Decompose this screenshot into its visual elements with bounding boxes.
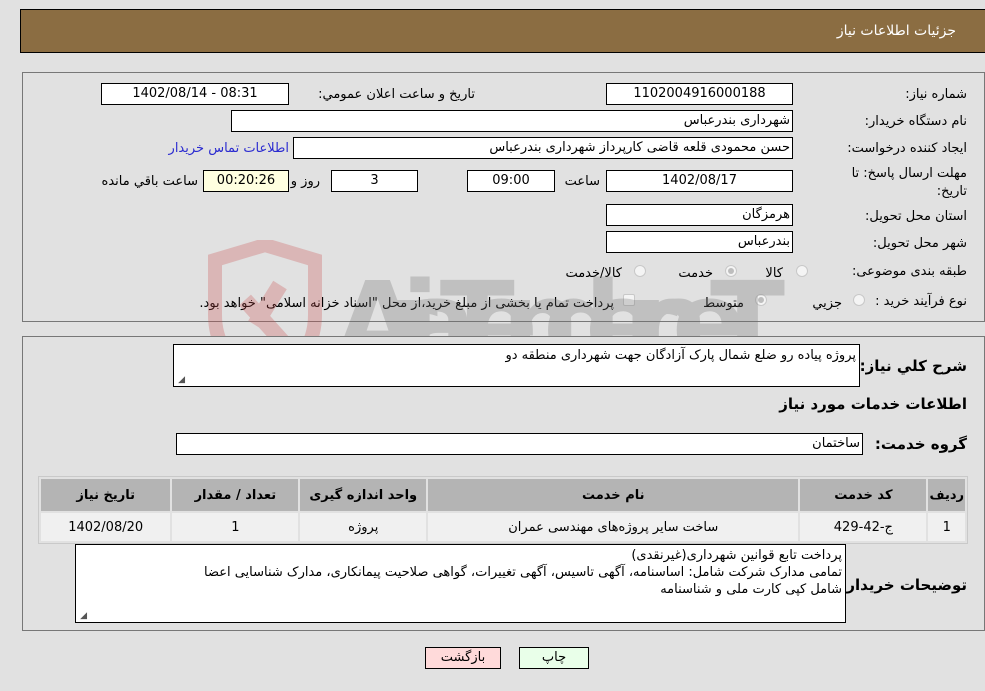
cell-quantity: 1 — [170, 511, 301, 543]
buyer-org-field: شهرداری بندرعباس — [231, 110, 793, 132]
category-radio-goods-service[interactable] — [634, 265, 646, 277]
service-group-field: ساختمان — [176, 433, 863, 455]
back-button[interactable]: بازگشت — [425, 647, 501, 669]
category-label: طبقه بندی موضوعی: — [851, 264, 967, 279]
cell-row-number: 1 — [926, 511, 967, 543]
process-radio-minor[interactable] — [853, 294, 865, 306]
category-option-goods-service: کالا/خدمت — [565, 266, 622, 281]
city-label: شهر محل تحویل: — [872, 236, 967, 251]
description-label: شرح کلي نیاز: — [859, 357, 967, 375]
buyer-notes-line: پرداخت تابع قوانین شهرداری(غیرنقدی) — [631, 548, 842, 563]
days-label: روز و — [290, 174, 320, 189]
page-header: جزئیات اطلاعات نیاز — [20, 9, 985, 53]
description-textarea[interactable]: پروژه پیاده رو ضلع شمال پارک آزادگان جهت… — [173, 344, 860, 387]
creator-field: حسن محمودی قلعه قاضی کارپرداز شهرداری بن… — [293, 137, 793, 159]
need-number-label: شماره نیاز: — [905, 87, 967, 102]
remaining-time-label: ساعت باقي مانده — [101, 174, 198, 189]
category-radio-service[interactable] — [725, 265, 737, 277]
resize-grip-icon[interactable]: ◢ — [78, 612, 87, 621]
announce-datetime-field: 1402/08/14 - 08:31 — [101, 83, 289, 105]
announce-datetime-label: تاریخ و ساعت اعلان عمومي: — [318, 87, 475, 102]
service-group-label: گروه خدمت: — [874, 435, 967, 453]
city-field: بندرعباس — [606, 231, 793, 253]
buyer-notes-label: توضیحات خریدار: — [840, 576, 967, 594]
buyer-contact-link[interactable]: اطلاعات تماس خریدار — [169, 141, 289, 156]
cell-service-code: ج-42-429 — [798, 511, 929, 543]
description-text: پروژه پیاده رو ضلع شمال پارک آزادگان جهت… — [505, 348, 856, 363]
buyer-notes-line: تمامی مدارک شرکت شامل: اساسنامه، آگهی تا… — [203, 565, 842, 580]
col-header-need-date: تاریخ نیاز — [38, 477, 173, 513]
buyer-notes-line: شامل کپی کارت ملی و شناسنامه — [660, 582, 842, 597]
need-number-field: 1102004916000188 — [606, 83, 793, 105]
print-button[interactable]: چاپ — [519, 647, 589, 669]
treasury-checkbox-label: پرداخت تمام یا بخشی از مبلغ خرید،از محل … — [199, 296, 614, 311]
services-table: ردیف کد خدمت نام خدمت واحد اندازه گیری ت… — [38, 477, 967, 543]
remaining-days-field: 3 — [331, 170, 418, 192]
process-option-medium: متوسط — [703, 296, 744, 311]
province-field: هرمزگان — [606, 204, 793, 226]
remaining-time-field: 00:20:26 — [203, 170, 289, 192]
resize-grip-icon[interactable]: ◢ — [176, 376, 185, 385]
services-table-wrapper: ردیف کد خدمت نام خدمت واحد اندازه گیری ت… — [38, 476, 968, 544]
deadline-date-field: 1402/08/17 — [606, 170, 793, 192]
page-title: جزئیات اطلاعات نیاز — [836, 23, 956, 39]
table-row: 1 ج-42-429 ساخت سایر پروژه‌های مهندسی عم… — [38, 511, 967, 543]
deadline-label: مهلت ارسال پاسخ: تا تاریخ: — [851, 166, 967, 199]
process-radio-medium[interactable] — [755, 294, 767, 306]
col-header-row-number: ردیف — [926, 477, 967, 513]
deadline-time-field: 09:00 — [467, 170, 555, 192]
cell-need-date: 1402/08/20 — [38, 511, 173, 543]
category-option-goods: کالا — [765, 266, 783, 281]
treasury-checkbox[interactable] — [623, 294, 635, 306]
category-radio-goods[interactable] — [796, 265, 808, 277]
cell-service-name: ساخت سایر پروژه‌های مهندسی عمران — [426, 511, 801, 543]
col-header-service-code: کد خدمت — [798, 477, 929, 513]
purchase-process-label: نوع فرآیند خرید : — [875, 294, 967, 309]
table-header-row: ردیف کد خدمت نام خدمت واحد اندازه گیری ت… — [38, 477, 967, 513]
col-header-unit: واحد اندازه گیری — [298, 477, 429, 513]
col-header-service-name: نام خدمت — [426, 477, 801, 513]
category-option-service: خدمت — [678, 266, 713, 281]
services-section-title: اطلاعات خدمات مورد نیاز — [779, 395, 967, 413]
buyer-org-label: نام دستگاه خریدار: — [864, 114, 967, 129]
creator-label: ایجاد کننده درخواست: — [847, 141, 967, 156]
cell-unit: پروژه — [298, 511, 429, 543]
process-option-minor: جزيي — [812, 296, 842, 311]
deadline-time-label: ساعت — [564, 174, 600, 189]
buyer-notes-textarea[interactable]: پرداخت تابع قوانین شهرداری(غیرنقدی) تمام… — [75, 544, 846, 623]
province-label: استان محل تحویل: — [865, 209, 967, 224]
col-header-quantity: تعداد / مقدار — [170, 477, 301, 513]
